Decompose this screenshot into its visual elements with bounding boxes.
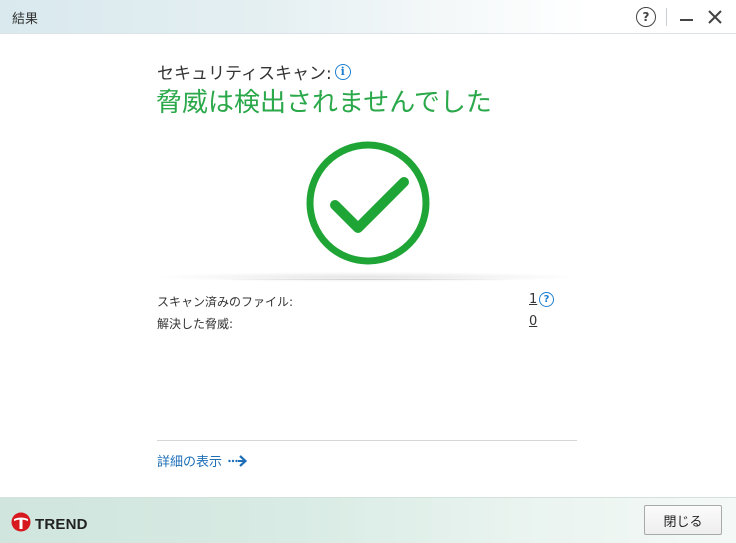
close-icon[interactable]	[705, 7, 725, 27]
scan-heading: セキュリティスキャン: i	[157, 59, 351, 84]
scan-result-text: 脅威は検出されませんでした	[156, 88, 492, 118]
footer: TREND 閉じる	[0, 497, 736, 543]
brand-name: TREND	[35, 515, 88, 533]
check-shadow	[157, 272, 577, 282]
info-icon[interactable]: i	[334, 63, 351, 80]
stat-row-files: スキャン済みのファイル: 1 ?	[157, 291, 557, 313]
show-details-link[interactable]: 詳細の表示	[157, 451, 248, 470]
window-title: 結果	[12, 12, 39, 27]
scan-stats: スキャン済みのファイル: 1 ? 解決した脅威: 0	[157, 291, 557, 335]
close-button[interactable]: 閉じる	[644, 505, 722, 535]
trend-logo-icon	[11, 512, 31, 536]
help-icon[interactable]: ?	[539, 292, 554, 307]
title-bar: 結果 ?	[0, 0, 736, 34]
arrow-right-icon	[228, 454, 248, 468]
titlebar-divider	[666, 8, 667, 26]
stat-label: スキャン済みのファイル:	[157, 295, 294, 309]
details-label: 詳細の表示	[157, 455, 223, 470]
brand: TREND	[11, 512, 88, 536]
minimize-icon[interactable]	[678, 8, 696, 26]
scan-label: セキュリティスキャン:	[157, 64, 332, 84]
divider	[157, 440, 577, 441]
files-scanned-link[interactable]: 1	[529, 292, 537, 307]
stat-label: 解決した脅威:	[157, 317, 234, 331]
help-icon[interactable]: ?	[636, 7, 656, 27]
threats-resolved-link[interactable]: 0	[529, 314, 537, 329]
checkmark-icon	[300, 139, 436, 275]
stat-row-threats: 解決した脅威: 0	[157, 313, 557, 335]
